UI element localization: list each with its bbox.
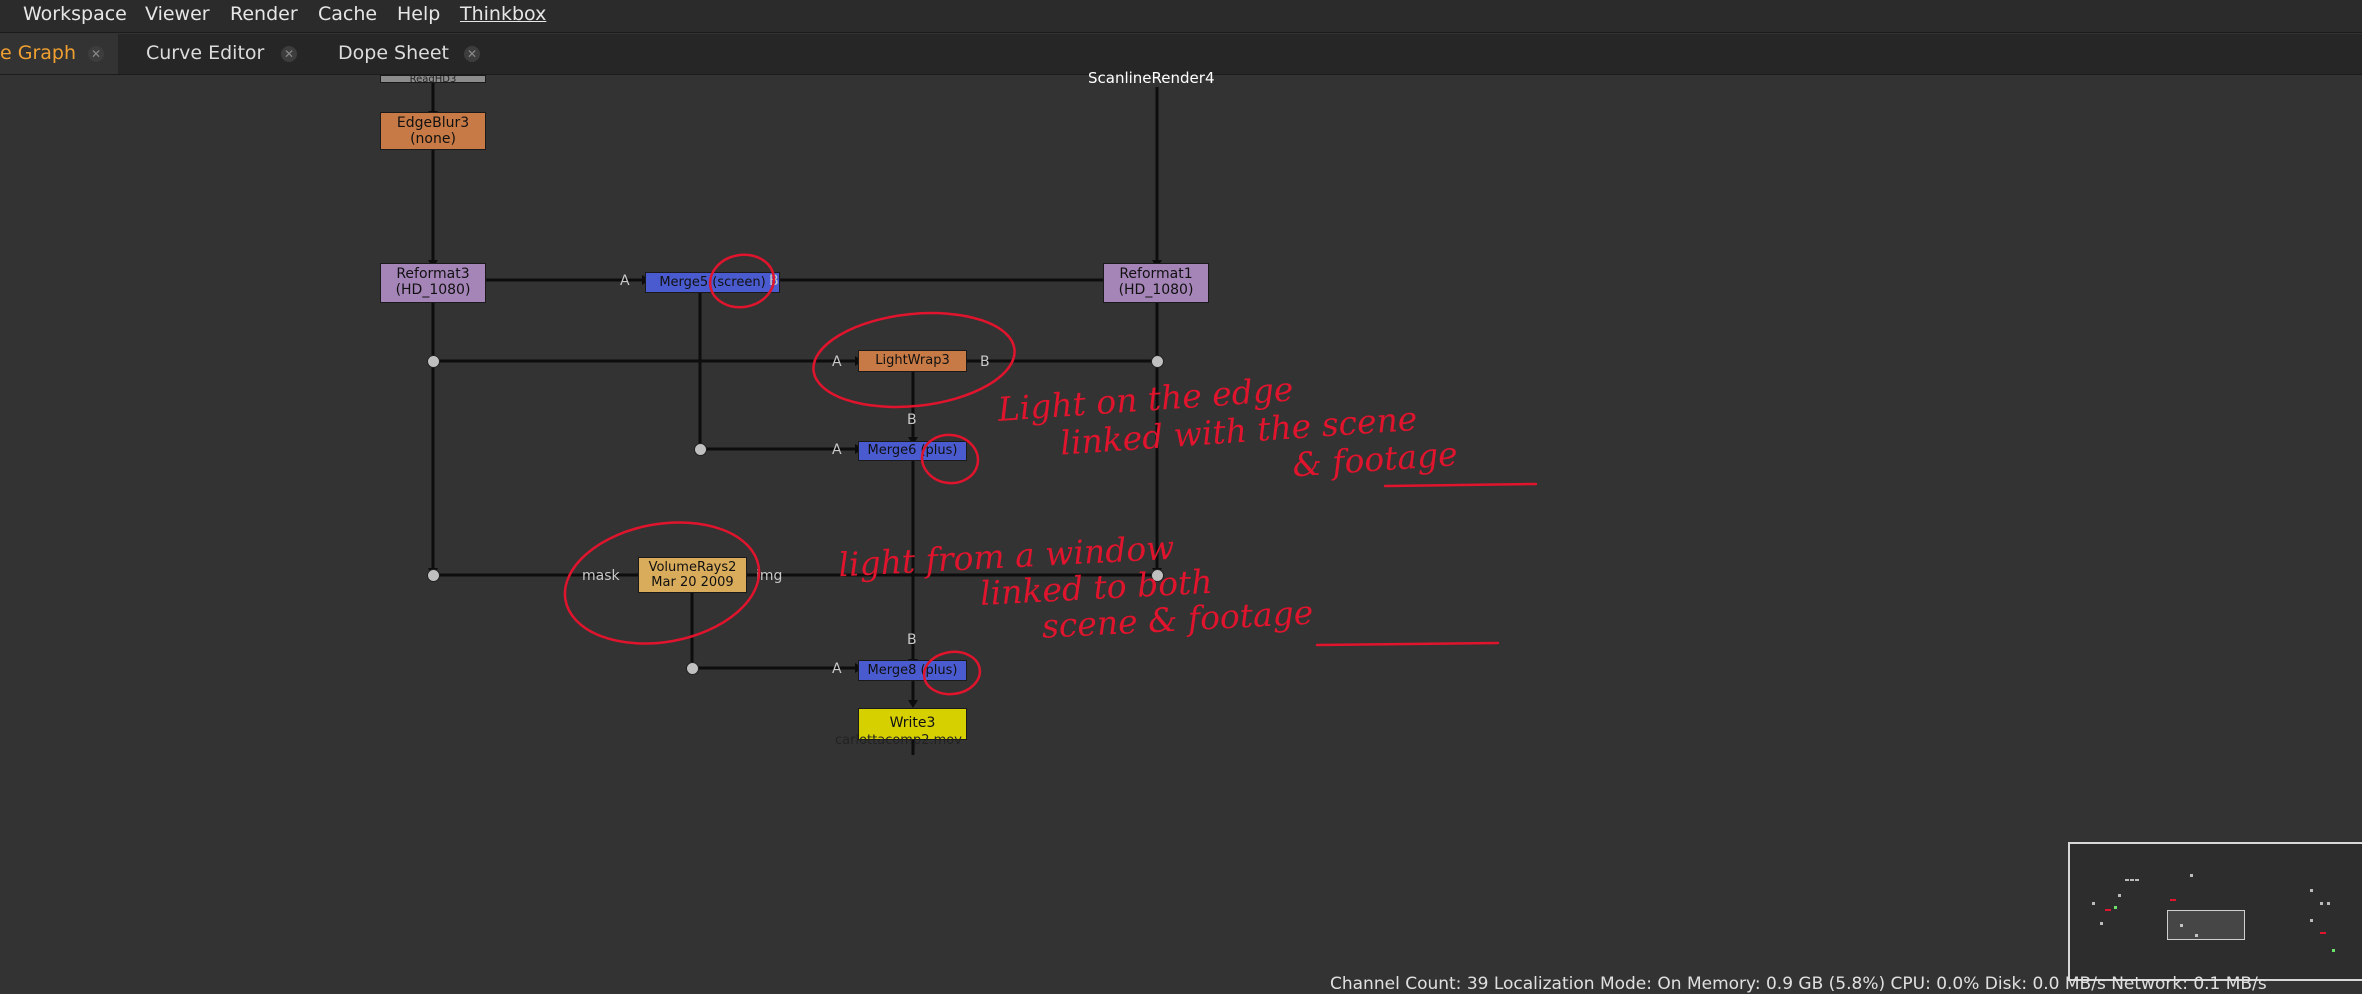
- node-reformat1-sub: (HD_1080): [1118, 282, 1194, 298]
- input-label-a: A: [832, 442, 842, 458]
- input-label-img: img: [756, 568, 783, 584]
- node-reformat3-title: Reformat3: [396, 266, 470, 282]
- menu-render[interactable]: Render: [230, 3, 298, 25]
- close-icon[interactable]: ✕: [281, 46, 297, 62]
- navigator-minimap[interactable]: [2068, 842, 2362, 981]
- tab-curve-editor[interactable]: Curve Editor: [146, 34, 264, 74]
- menu-workspace[interactable]: Workspace: [23, 3, 127, 25]
- node-read-label: ReadHD3: [409, 75, 457, 83]
- dot-node[interactable]: [1151, 355, 1164, 368]
- minimap-viewport[interactable]: [2167, 910, 2245, 940]
- node-edgeblur[interactable]: EdgeBlur3 (none): [380, 112, 486, 150]
- input-label-b: B: [769, 273, 779, 289]
- dot-node[interactable]: [427, 569, 440, 582]
- menu-help[interactable]: Help: [397, 3, 440, 25]
- node-volumerays-sub: Mar 20 2009: [651, 575, 734, 590]
- input-label-a: A: [832, 661, 842, 677]
- dot-node[interactable]: [427, 355, 440, 368]
- node-lightwrap-title: LightWrap3: [875, 353, 950, 368]
- dot-node[interactable]: [694, 443, 707, 456]
- menu-bar: Workspace Viewer Render Cache Help Think…: [0, 0, 2362, 33]
- node-write-sub: carlottacomp2.mov: [835, 733, 962, 748]
- node-merge-plus-1-title: Merge6 (plus): [867, 443, 958, 458]
- node-edgeblur-sub: (none): [410, 131, 456, 147]
- close-icon[interactable]: ✕: [464, 46, 480, 62]
- tab-curve-editor-label: Curve Editor: [146, 42, 265, 64]
- input-label-b: B: [907, 412, 917, 428]
- dot-node[interactable]: [686, 662, 699, 675]
- node-reformat1-title: Reformat1: [1119, 266, 1193, 282]
- tab-dope-sheet[interactable]: Dope Sheet: [338, 34, 449, 74]
- input-label-mask: mask: [582, 568, 620, 584]
- node-merge-plus-1[interactable]: Merge6 (plus): [858, 441, 967, 461]
- menu-thinkbox[interactable]: Thinkbox: [460, 3, 546, 25]
- node-volumerays-title: VolumeRays2: [648, 560, 737, 575]
- input-label-b: B: [980, 354, 990, 370]
- close-icon[interactable]: ✕: [88, 46, 104, 62]
- input-label-a: A: [620, 273, 630, 289]
- node-volumerays[interactable]: VolumeRays2 Mar 20 2009: [638, 557, 747, 593]
- node-reformat3[interactable]: Reformat3 (HD_1080): [380, 263, 486, 303]
- tab-dope-sheet-label: Dope Sheet: [338, 42, 449, 64]
- node-scanline-render-label[interactable]: ScanlineRender4: [1088, 69, 1214, 87]
- node-merge-plus-2[interactable]: Merge8 (plus): [858, 660, 967, 681]
- node-read-cut[interactable]: ReadHD3: [380, 75, 486, 83]
- node-lightwrap[interactable]: LightWrap3: [858, 350, 967, 372]
- menu-viewer[interactable]: Viewer: [145, 3, 210, 25]
- node-merge-screen[interactable]: Merge5 (screen): [645, 272, 780, 293]
- node-reformat1[interactable]: Reformat1 (HD_1080): [1103, 263, 1209, 303]
- input-label-a: A: [832, 354, 842, 370]
- node-graph[interactable]: ReadHD3 ScanlineRender4 EdgeBlur3 (none)…: [0, 69, 2362, 992]
- node-reformat3-sub: (HD_1080): [395, 282, 471, 298]
- tab-node-graph-label: e Graph: [0, 42, 77, 64]
- menu-cache[interactable]: Cache: [318, 3, 377, 25]
- status-bar: Channel Count: 39 Localization Mode: On …: [1330, 974, 2267, 994]
- node-merge-screen-title: Merge5 (screen): [659, 275, 766, 290]
- node-write-title: Write3: [889, 715, 936, 731]
- node-merge-plus-2-title: Merge8 (plus): [867, 663, 958, 678]
- node-edgeblur-title: EdgeBlur3: [396, 115, 470, 131]
